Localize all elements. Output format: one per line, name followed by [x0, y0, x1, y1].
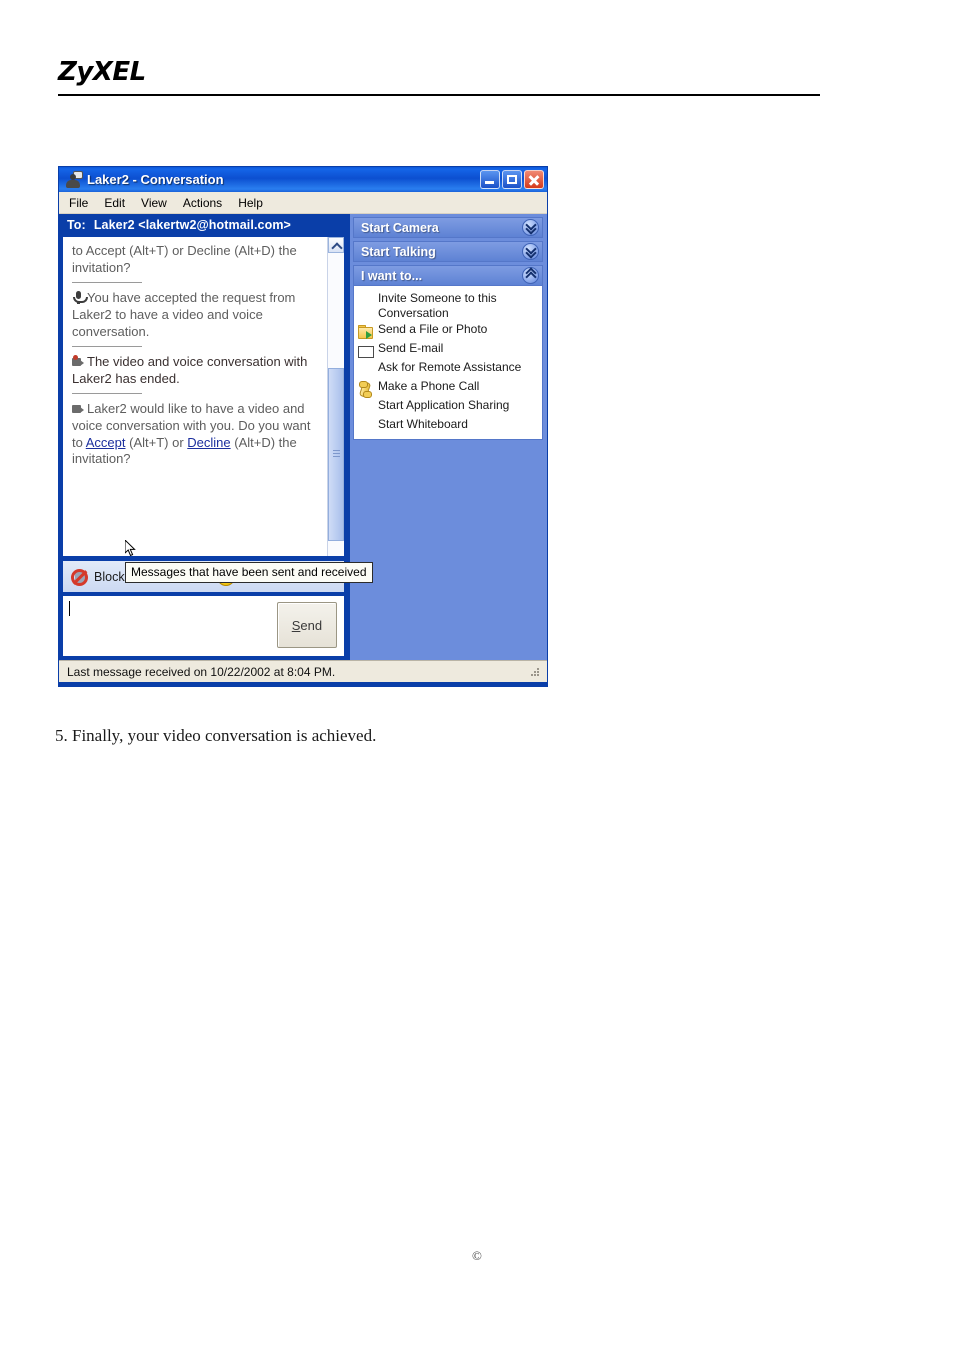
- status-bar: Last message received on 10/22/2002 at 8…: [59, 660, 547, 682]
- camera-ended-icon: [72, 355, 85, 368]
- chevron-double-down-icon[interactable]: [522, 219, 539, 236]
- action-send-file[interactable]: Send a File or Photo: [357, 321, 540, 340]
- send-accel: S: [291, 617, 301, 633]
- recipient-bar: To: Laker2 <lakertw2@hotmail.com>: [59, 214, 348, 236]
- menu-item-actions[interactable]: Actions: [183, 196, 222, 210]
- message-item: You have accepted the request from Laker…: [72, 290, 319, 340]
- scrollbar-thumb[interactable]: [327, 368, 344, 541]
- conversation-column: To: Laker2 <lakertw2@hotmail.com> to Acc…: [59, 214, 373, 660]
- message-item: to Accept (Alt+T) or Decline (Alt+D) the…: [72, 243, 319, 276]
- phone-handset-icon: [358, 381, 373, 399]
- action-label: Start Application Sharing: [377, 398, 510, 413]
- zyxel-logo: ZyXEL: [58, 57, 146, 87]
- blue-dot-icon: [358, 400, 373, 415]
- send-rest: end: [300, 617, 323, 633]
- header-divider: [58, 93, 820, 96]
- action-label: Make a Phone Call: [377, 379, 480, 394]
- menu-item-help[interactable]: Help: [238, 196, 263, 210]
- actions-sidebar: Start Camera Start Talking I want to... …: [347, 214, 547, 660]
- message-item: Laker2 would like to have a video and vo…: [72, 401, 319, 468]
- message-text: The video and voice conversation with La…: [72, 354, 308, 386]
- action-label: Send E-mail: [377, 341, 444, 356]
- action-remote-assistance[interactable]: Ask for Remote Assistance: [358, 359, 540, 378]
- menu-item-view[interactable]: View: [141, 196, 167, 210]
- resize-grip-icon[interactable]: [529, 666, 541, 678]
- i-want-to-list: Invite Someone to this Conversation Send…: [352, 286, 543, 441]
- footer-copyright: ©: [472, 1248, 482, 1263]
- recipient-value: Laker2 <lakertw2@hotmail.com>: [93, 218, 291, 232]
- window-titlebar: Laker2 - Conversation: [59, 167, 547, 192]
- action-invite-someone[interactable]: Invite Someone to this Conversation: [358, 290, 540, 321]
- messenger-conversation-window: Laker2 - Conversation File Edit View Act…: [58, 166, 548, 687]
- page-caption: 5. Finally, your video conversation is a…: [55, 726, 377, 745]
- message-scrollbar[interactable]: [326, 237, 344, 556]
- message-separator: [72, 282, 142, 284]
- send-button[interactable]: Send: [276, 602, 337, 648]
- blue-dot-icon: [358, 293, 373, 308]
- panel-start-camera[interactable]: Start Camera: [352, 217, 543, 238]
- folder-send-icon: [357, 324, 373, 340]
- message-input[interactable]: [63, 596, 277, 656]
- block-label: Block: [94, 569, 125, 584]
- action-application-sharing[interactable]: Start Application Sharing: [358, 397, 540, 416]
- message-text: You have accepted the request from Laker…: [72, 290, 296, 339]
- message-item: The video and voice conversation with La…: [72, 354, 319, 387]
- blue-dot-icon: [358, 362, 373, 377]
- panel-i-want-to[interactable]: I want to...: [352, 265, 543, 286]
- menu-item-edit[interactable]: Edit: [104, 196, 125, 210]
- window-controls: [480, 170, 544, 189]
- compose-area: Send: [62, 595, 345, 657]
- action-make-phone-call[interactable]: Make a Phone Call: [358, 378, 540, 399]
- menu-bar: File Edit View Actions Help: [59, 192, 547, 214]
- tooltip: Messages that have been sent and receive…: [125, 562, 373, 583]
- scroll-up-button[interactable]: [327, 237, 344, 254]
- chevron-double-down-icon[interactable]: [522, 243, 539, 260]
- accept-link[interactable]: Accept: [86, 435, 126, 450]
- blue-dot-icon: [358, 419, 373, 434]
- recipient-label: To:: [67, 218, 86, 232]
- scrollbar-track[interactable]: [327, 253, 344, 556]
- decline-link[interactable]: Decline: [187, 435, 230, 450]
- messenger-contact-icon: [64, 170, 83, 189]
- envelope-icon: [357, 343, 374, 359]
- panel-title: I want to...: [360, 268, 423, 283]
- action-label: Send a File or Photo: [377, 322, 488, 337]
- message-separator: [72, 346, 142, 348]
- maximize-button[interactable]: [502, 170, 522, 189]
- scrollbar-grip-icon: [332, 450, 340, 458]
- message-text: to Accept (Alt+T) or Decline (Alt+D) the…: [72, 243, 297, 275]
- message-text: (Alt+T) or: [125, 434, 188, 450]
- message-history-panel: to Accept (Alt+T) or Decline (Alt+D) the…: [62, 236, 345, 557]
- action-label: Invite Someone to this Conversation: [377, 291, 497, 320]
- microphone-icon: [72, 291, 88, 305]
- block-user-icon: [71, 568, 89, 586]
- camera-invite-icon: [72, 402, 85, 415]
- message-history[interactable]: to Accept (Alt+T) or Decline (Alt+D) the…: [63, 237, 327, 556]
- close-button[interactable]: [524, 170, 544, 189]
- status-text: Last message received on 10/22/2002 at 8…: [67, 664, 336, 679]
- action-label: Ask for Remote Assistance: [377, 360, 522, 375]
- message-separator: [72, 393, 142, 395]
- chevron-double-up-icon[interactable]: [522, 267, 539, 284]
- action-label: Start Whiteboard: [377, 417, 468, 432]
- action-start-whiteboard[interactable]: Start Whiteboard: [358, 416, 540, 435]
- minimize-button[interactable]: [480, 170, 500, 189]
- panel-title: Start Camera: [360, 220, 439, 235]
- page-header: ZyXEL: [58, 58, 820, 96]
- window-title: Laker2 - Conversation: [87, 172, 224, 187]
- panel-title: Start Talking: [360, 244, 436, 259]
- action-send-email[interactable]: Send E-mail: [357, 340, 540, 359]
- menu-item-file[interactable]: File: [69, 196, 88, 210]
- text-cursor: [69, 601, 70, 616]
- mouse-cursor: [124, 538, 137, 558]
- window-body: To: Laker2 <lakertw2@hotmail.com> to Acc…: [59, 214, 547, 660]
- panel-start-talking[interactable]: Start Talking: [352, 241, 543, 262]
